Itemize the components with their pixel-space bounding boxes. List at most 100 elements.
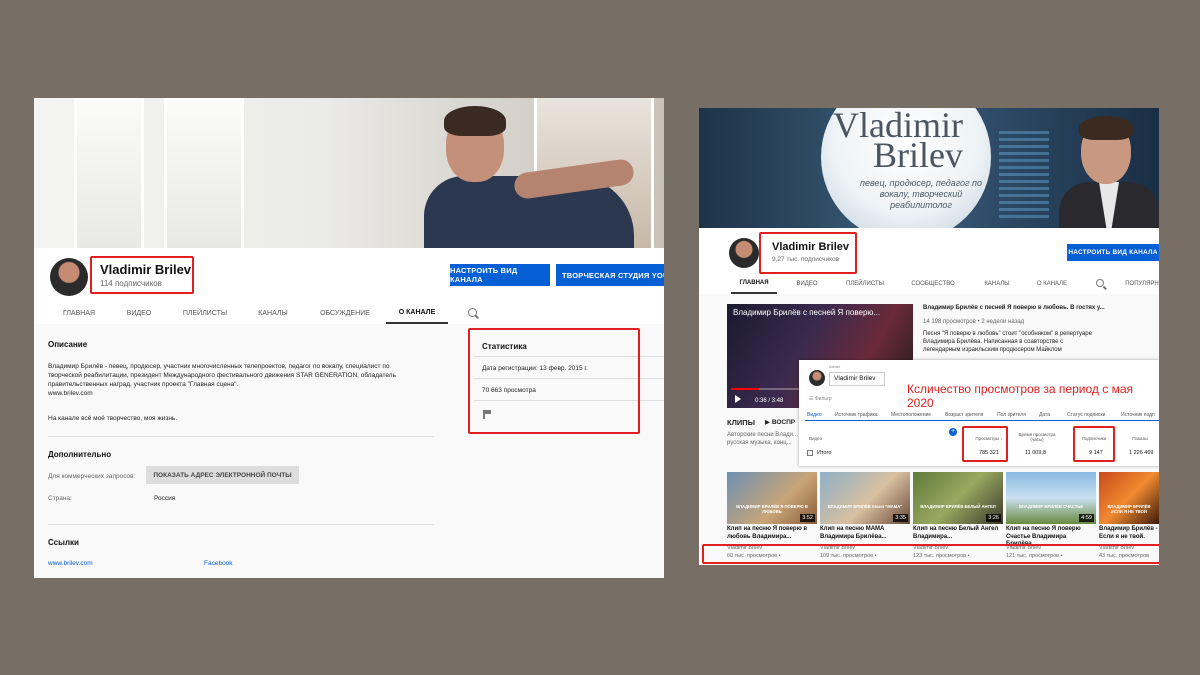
customize-channel-button[interactable]: НАСТРОИТЬ ВИД КАНАЛА xyxy=(450,264,550,286)
description-line: легендарным израильским продюсером Майкл… xyxy=(923,347,1062,353)
search-icon[interactable] xyxy=(468,308,477,317)
show-email-button[interactable]: ПОКАЗАТЬ АДРЕС ЭЛЕКТРОННОЙ ПОЧТЫ xyxy=(146,466,299,484)
tab-home[interactable]: ГЛАВНАЯ xyxy=(731,274,777,294)
description-heading: Описание xyxy=(48,340,88,349)
analytics-tab-video[interactable]: Видео xyxy=(807,412,822,418)
analytics-tab-age[interactable]: Возраст зрителя xyxy=(945,412,983,418)
analytics-tab-location[interactable]: Местоположение xyxy=(891,412,931,418)
video-duration: 4:59 xyxy=(1079,514,1094,522)
tab-home[interactable]: ГЛАВНАЯ xyxy=(54,302,104,324)
add-column-icon[interactable]: + xyxy=(949,428,957,436)
video-duration: 3:26 xyxy=(986,514,1001,522)
country-label: Страна: xyxy=(48,495,72,502)
description-line: правительственных наград, участник проек… xyxy=(48,381,239,388)
thumbnail-caption: ВЛАДИМИР БРИЛЁВ БЕЛЫЙ АНГЕЛ xyxy=(920,504,996,509)
tab-channels[interactable]: КАНАЛЫ xyxy=(248,302,298,324)
analytics-tab-date[interactable]: Дата xyxy=(1039,412,1050,418)
video-title[interactable]: Клип на песню Белый Ангел Владимира... xyxy=(913,526,1005,541)
tab-videos[interactable]: ВИДЕО xyxy=(116,302,162,324)
clips-heading: КЛИПЫ xyxy=(727,418,755,427)
analytics-tab-subscription[interactable]: Статус подписки xyxy=(1067,412,1105,418)
filter-label[interactable]: ☰ Фильтр xyxy=(809,396,832,402)
additional-heading: Дополнительно xyxy=(48,450,112,459)
featured-video-meta: 14 198 просмотров • 2 недели назад xyxy=(923,319,1025,325)
about-content: Описание Владимир Брилёв - певец, продюс… xyxy=(34,324,664,578)
channel-select[interactable]: Vladimir Brilev xyxy=(829,372,885,386)
tab-community[interactable]: СООБЩЕСТВО xyxy=(903,274,963,294)
avatar[interactable] xyxy=(50,258,88,296)
total-row-label: Итого xyxy=(817,450,832,456)
play-icon[interactable] xyxy=(735,395,741,403)
divider xyxy=(48,524,434,525)
tab-about[interactable]: О КАНАЛЕ xyxy=(386,302,448,324)
right-screenshot-home-tab: Vladimir Brilev певец, продюсер, педагог… xyxy=(699,108,1159,565)
total-impressions-value: 1 226 469 xyxy=(1129,450,1154,456)
featured-video-title[interactable]: Владимир Брилёв с песней Я поверю в любо… xyxy=(923,304,1133,312)
clips-description: Авторские песни Влади... русская музыка,… xyxy=(727,431,798,447)
tab-playlists[interactable]: ПЛЕЙЛИСТЫ xyxy=(176,302,234,324)
highlight-box-subs xyxy=(1073,426,1115,462)
avatar[interactable] xyxy=(729,238,759,268)
tab-about[interactable]: О КАНАЛЕ xyxy=(1029,274,1075,294)
tab-popular[interactable]: ПОПУЛЯРН xyxy=(1119,274,1159,294)
analytics-overlay: Канал Vladimir Brilev Ксличество просмот… xyxy=(799,360,1159,466)
highlight-box-channel xyxy=(90,256,194,294)
channel-header: Vladimir Brilev 114 подписчиков НАСТРОИТ… xyxy=(34,248,664,324)
description-line: Авторские песни Влади... xyxy=(727,432,799,438)
tab-videos[interactable]: ВИДЕО xyxy=(787,274,827,294)
description-line: Владимира Брилёва. Написанная в соавторс… xyxy=(923,339,1064,345)
link-facebook[interactable]: Facebook xyxy=(204,560,233,567)
video-title[interactable]: Владимир Брилёв - Если я не твой. xyxy=(1099,526,1159,541)
banner-lights xyxy=(999,128,1049,218)
play-all-button[interactable]: ▶ ВОСПР xyxy=(765,419,795,427)
banner-window xyxy=(164,98,244,248)
description-line: Владимир Брилёв - певец, продюсер, участ… xyxy=(48,363,390,370)
highlight-box-views xyxy=(962,426,1008,462)
filter-text: Фильтр xyxy=(814,396,832,402)
analytics-tab-sub-source[interactable]: Источник подп xyxy=(1121,412,1155,418)
video-thumbnail[interactable]: ВЛАДИМИР БРИЛЁВ СЧАСТЬЕ 4:59 xyxy=(1006,472,1096,524)
video-duration: 3:35 xyxy=(893,514,908,522)
analytics-annotation-title: Ксличество просмотров за период с мая 20… xyxy=(907,382,1133,410)
featured-video-description: Песня "Я поверю в любовь" стоит "особняк… xyxy=(923,330,1143,354)
video-thumbnail[interactable]: ВЛАДИМИР БРИЛЁВ ЕСЛИ Я НЕ ТВОЙ xyxy=(1099,472,1159,524)
creator-studio-button[interactable]: ТВОРЧЕСКАЯ СТУДИЯ YOUTUBE xyxy=(556,264,664,286)
description-footer: На канале всё моё творчество, моя жизнь. xyxy=(48,415,178,422)
row-checkbox[interactable] xyxy=(807,450,813,456)
business-inquiries-label: Для коммерческих запросов: xyxy=(48,473,136,480)
link-website[interactable]: www.brilev.com xyxy=(48,560,93,567)
links-heading: Ссылки xyxy=(48,538,79,547)
highlight-box-stats xyxy=(468,328,640,434)
play-all-icon: ▶ xyxy=(765,419,772,426)
video-thumbnail[interactable]: ВЛАДИМИР БРИЛЁВ Я ПОВЕРЮ В ЛЮБОВЬ 3:52 xyxy=(727,472,817,524)
video-title[interactable]: Клип на песню Я поверю в любовь Владимир… xyxy=(727,526,819,541)
tab-underline xyxy=(805,420,1159,421)
thumbnail-caption: ВЛАДИМИР БРИЛЁВ песня "МАМА" xyxy=(827,504,903,509)
country-value: Россия xyxy=(154,495,176,502)
highlight-box-video-views xyxy=(702,544,1159,564)
customize-channel-button[interactable]: НАСТРОИТЬ ВИД КАНАЛА xyxy=(1067,244,1159,261)
video-thumbnail[interactable]: ВЛАДИМИР БРИЛЁВ БЕЛЫЙ АНГЕЛ 3:26 xyxy=(913,472,1003,524)
thumbnail-caption: ВЛАДИМИР БРИЛЁВ Я ПОВЕРЮ В ЛЮБОВЬ xyxy=(736,504,808,514)
tab-playlists[interactable]: ПЛЕЙЛИСТЫ xyxy=(837,274,893,294)
tab-discussion[interactable]: ОБСУЖДЕНИЕ xyxy=(314,302,376,324)
player-time: 0:36 / 3:48 xyxy=(755,398,784,404)
description-line: русская музыка, конц... xyxy=(727,440,792,446)
video-title[interactable]: Клип на песню МАМА Владимира Брилёва... xyxy=(820,526,912,541)
banner-title-line2: Brilev xyxy=(873,135,963,175)
analytics-tab-gender[interactable]: Пол зрителя xyxy=(997,412,1026,418)
column-header-video: Видео xyxy=(809,436,823,441)
banner-tagline: певец, продюсер, педагог по вокалу, твор… xyxy=(860,178,982,210)
total-watch-value: 11 009,8 xyxy=(1025,450,1047,456)
thumbnail-caption: ВЛАДИМИР БРИЛЁВ СЧАСТЬЕ xyxy=(1018,504,1084,509)
player-overlay-title: Владимир Брилёв с песней Я поверю... xyxy=(733,308,881,317)
channel-banner xyxy=(34,98,664,248)
avatar xyxy=(809,370,825,386)
tab-channels[interactable]: КАНАЛЫ xyxy=(975,274,1019,294)
banner-photo-person xyxy=(1059,116,1159,228)
analytics-tab-traffic[interactable]: Источник трафика xyxy=(835,412,878,418)
home-content: Владимир Брилёв с песней Я поверю... 0:3… xyxy=(699,294,1159,565)
search-icon[interactable] xyxy=(1096,279,1104,287)
banner-photo-person xyxy=(414,106,636,248)
video-thumbnail[interactable]: ВЛАДИМИР БРИЛЁВ песня "МАМА" 3:35 xyxy=(820,472,910,524)
